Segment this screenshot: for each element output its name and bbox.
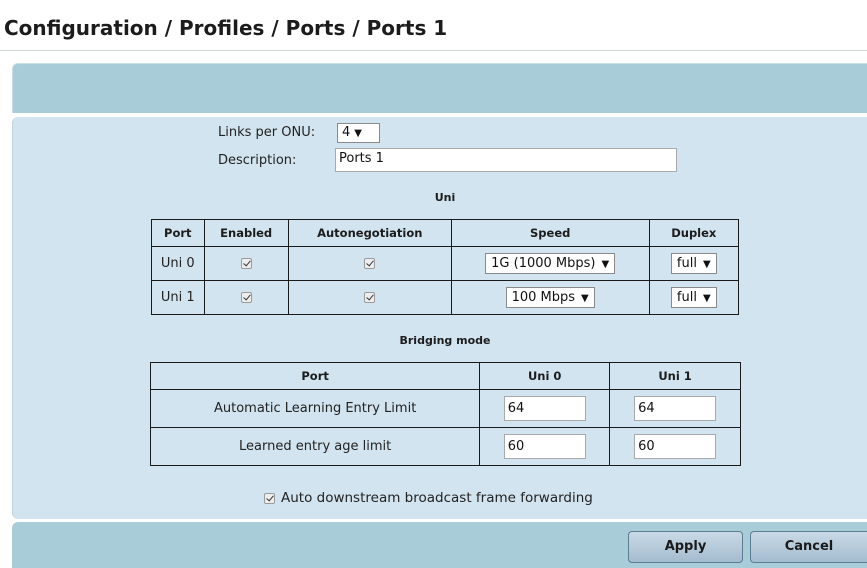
duplex-value: full (676, 256, 697, 271)
enabled-checkbox-uni0[interactable] (240, 258, 252, 269)
autoneg-checkbox-uni1[interactable] (364, 292, 376, 303)
uni-table: Port Enabled Autonegotiation Speed Duple… (151, 219, 740, 315)
links-per-onu-value: 4 (342, 125, 351, 140)
uni-header-row: Port Enabled Autonegotiation Speed Duple… (151, 219, 740, 247)
table-row: Uni 1 100 Mbps ▼ full ▼ (151, 280, 740, 315)
uni-section-title: Uni (434, 191, 456, 204)
learning-limit-uni1-input[interactable]: 64 (634, 396, 717, 421)
table-row: Automatic Learning Entry Limit 64 64 (149, 389, 741, 428)
top-toolbar (12, 63, 867, 113)
uni-col-port: Port (151, 219, 205, 247)
apply-button[interactable]: Apply (628, 531, 743, 563)
speed-value: 100 Mbps (511, 290, 576, 305)
chevron-down-icon: ▼ (354, 128, 362, 139)
chevron-down-icon: ▼ (702, 293, 711, 304)
speed-value: 1G (1000 Mbps) (491, 256, 596, 271)
links-per-onu-label: Links per ONU: (218, 125, 316, 140)
enabled-checkbox-uni1[interactable] (240, 292, 252, 303)
description-label: Description: (218, 153, 297, 168)
links-per-onu-select[interactable]: 4 ▼ (337, 123, 380, 143)
bridging-section-title: Bridging mode (399, 334, 491, 347)
speed-select-uni1[interactable]: 100 Mbps ▼ (505, 287, 595, 308)
chevron-down-icon: ▼ (702, 259, 711, 270)
speed-select-uni0[interactable]: 1G (1000 Mbps) ▼ (485, 253, 616, 274)
uni-col-speed: Speed (450, 219, 650, 247)
table-row: Learned entry age limit 60 60 (149, 427, 741, 466)
learning-limit-uni0-input[interactable]: 64 (503, 396, 586, 421)
uni-port-cell: Uni 1 (151, 280, 205, 315)
cancel-button[interactable]: Cancel (750, 531, 867, 563)
uni-port-cell: Uni 0 (151, 246, 205, 281)
duplex-value: full (676, 290, 697, 305)
age-limit-uni1-input[interactable]: 60 (634, 434, 717, 459)
age-limit-uni0-input[interactable]: 60 (503, 434, 586, 459)
chevron-down-icon: ▼ (581, 293, 589, 304)
uni-col-duplex: Duplex (648, 219, 740, 247)
page-title: Configuration / Profiles / Ports / Ports… (4, 16, 448, 40)
auto-forwarding-checkbox[interactable] (264, 493, 275, 504)
table-row: Uni 0 1G (1000 Mbps) ▼ full ▼ (151, 246, 740, 281)
bridging-table: Port Uni 0 Uni 1 Automatic Learning Entr… (149, 362, 741, 466)
autoneg-checkbox-uni0[interactable] (364, 258, 376, 269)
duplex-select-uni1[interactable]: full ▼ (670, 287, 717, 308)
bridging-row-label: Learned entry age limit (149, 427, 481, 466)
title-divider (0, 50, 867, 51)
chevron-down-icon: ▼ (601, 259, 610, 270)
description-field[interactable]: Ports 1 (335, 148, 677, 172)
bridging-col-port: Port (149, 362, 481, 390)
auto-forwarding-label: Auto downstream broadcast frame forwardi… (281, 490, 593, 506)
bridging-col-uni1: Uni 1 (609, 362, 741, 390)
uni-col-autoneg: Autonegotiation (287, 219, 452, 247)
duplex-select-uni0[interactable]: full ▼ (670, 253, 717, 274)
bridging-row-label: Automatic Learning Entry Limit (149, 389, 481, 428)
bridging-header-row: Port Uni 0 Uni 1 (149, 362, 741, 390)
uni-col-enabled: Enabled (203, 219, 289, 247)
bridging-col-uni0: Uni 0 (479, 362, 611, 390)
